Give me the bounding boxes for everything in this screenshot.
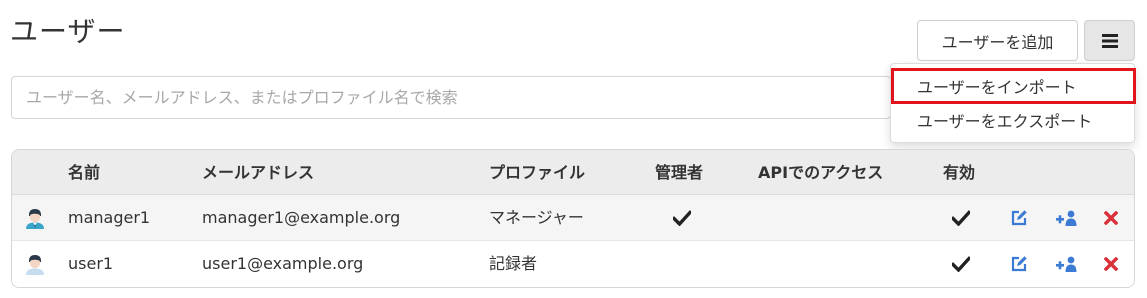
hamburger-icon <box>1101 33 1118 48</box>
delete-icon[interactable] <box>1101 208 1121 228</box>
user-name-link[interactable]: user1 <box>68 241 113 287</box>
add-group-icon[interactable] <box>1055 208 1079 228</box>
add-user-button[interactable]: ユーザーを追加 <box>917 20 1078 61</box>
search-input[interactable] <box>11 76 891 119</box>
table-row: manager1 manager1@example.org マネージャー <box>12 195 1134 241</box>
table-row: user1 user1@example.org 記録者 <box>12 241 1134 287</box>
user-profile: 記録者 <box>489 254 538 273</box>
page-title: ユーザー <box>10 15 126 48</box>
export-users-menu-item[interactable]: ユーザーをエクスポート <box>891 102 1136 138</box>
user-name-link[interactable]: manager1 <box>68 195 150 241</box>
add-group-icon[interactable] <box>1055 254 1079 274</box>
column-header-profile[interactable]: プロファイル <box>489 150 585 195</box>
column-header-admin[interactable]: 管理者 <box>655 150 703 195</box>
edit-icon[interactable] <box>1009 208 1029 228</box>
users-table: 名前 メールアドレス プロファイル 管理者 APIでのアクセス 有効 manag… <box>11 149 1135 288</box>
enabled-check-icon <box>951 254 971 274</box>
user-avatar-icon <box>24 253 46 275</box>
menu-toggle-button[interactable] <box>1084 20 1135 61</box>
import-users-menu-item[interactable]: ユーザーをインポート <box>891 68 1136 104</box>
delete-icon[interactable] <box>1101 254 1121 274</box>
user-email: manager1@example.org <box>202 208 401 227</box>
column-header-name[interactable]: 名前 <box>68 150 100 195</box>
edit-icon[interactable] <box>1009 254 1029 274</box>
user-manager-avatar-icon <box>24 207 46 229</box>
user-profile: マネージャー <box>489 208 584 227</box>
column-header-enabled[interactable]: 有効 <box>943 150 975 195</box>
menu-dropdown: ユーザーをインポート ユーザーをエクスポート <box>890 63 1136 143</box>
user-email: user1@example.org <box>202 254 364 273</box>
column-header-api-access[interactable]: APIでのアクセス <box>758 150 883 195</box>
admin-check-icon <box>672 208 692 228</box>
table-header: 名前 メールアドレス プロファイル 管理者 APIでのアクセス 有効 <box>12 150 1134 195</box>
enabled-check-icon <box>951 208 971 228</box>
column-header-email[interactable]: メールアドレス <box>202 150 314 195</box>
